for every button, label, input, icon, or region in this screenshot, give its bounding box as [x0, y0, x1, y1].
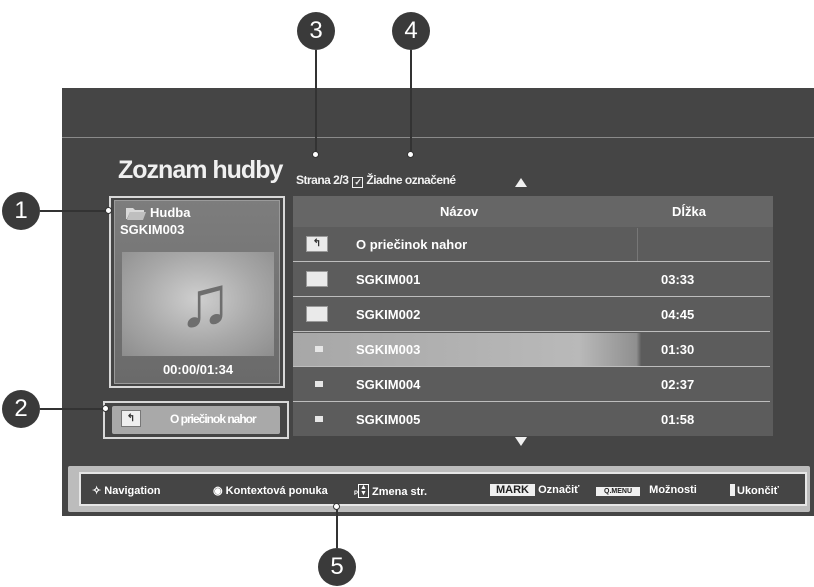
- qmenu-key: Q.MENU: [596, 487, 640, 496]
- row-length: 03:33: [661, 272, 695, 287]
- callout-2: 2: [2, 390, 40, 428]
- checkbox-icon: ✓: [352, 177, 364, 188]
- callout-3-dot: [312, 151, 319, 158]
- playback-time: 00:00/01:34: [162, 362, 234, 377]
- context-menu-label: Kontextová ponuka: [225, 485, 328, 497]
- callout-5-dot: [333, 503, 340, 510]
- callout-2-dot: [102, 405, 109, 412]
- callout-1-line: [40, 210, 108, 212]
- table-row[interactable]: SGKIM005 01:58: [293, 403, 770, 437]
- options-label: Možnosti: [649, 484, 697, 496]
- row-length: 01:58: [661, 412, 695, 427]
- row-name: SGKIM004: [356, 377, 421, 392]
- exit-key-icon: [730, 484, 735, 496]
- up-folder-button-label: O priečinok nahor: [170, 412, 257, 426]
- page-title: Zoznam hudby: [118, 156, 283, 184]
- scroll-down-icon[interactable]: [515, 437, 527, 446]
- folder-up-icon: ↰: [121, 410, 141, 427]
- music-file-icon: [315, 381, 323, 387]
- help-page-change: P▲ ▼ Zmena str.: [354, 484, 427, 498]
- row-name: SGKIM005: [356, 412, 421, 427]
- marked-status: Žiadne označené: [366, 173, 456, 187]
- row-name: O priečinok nahor: [356, 237, 468, 252]
- column-header-length[interactable]: Dĺžka: [672, 204, 706, 219]
- callout-5-line: [336, 506, 338, 548]
- callout-4: 4: [392, 12, 430, 50]
- callout-4-dot: [407, 151, 414, 158]
- callout-1-dot: [105, 207, 112, 214]
- table-row[interactable]: SGKIM001 03:33: [293, 263, 770, 297]
- page-updown-icon: ▲ ▼: [358, 484, 369, 498]
- help-mark: MARK Označiť: [490, 484, 579, 496]
- table-row[interactable]: SGKIM002 04:45: [293, 298, 770, 332]
- divider: [62, 137, 814, 138]
- row-name: SGKIM002: [356, 307, 421, 322]
- length-cell-empty: [637, 228, 771, 261]
- row-name: SGKIM003: [356, 342, 421, 357]
- ok-button-icon: ◉: [213, 485, 223, 497]
- callout-3-line: [315, 50, 317, 154]
- dpad-icon: ✧: [92, 485, 102, 497]
- music-file-icon: [315, 346, 323, 352]
- music-note-icon: ♫: [178, 262, 232, 342]
- mark-key: MARK: [490, 484, 535, 496]
- table-row-selected[interactable]: SGKIM003 01:30: [293, 333, 770, 367]
- exit-label: Ukončiť: [737, 485, 779, 497]
- callout-3: 3: [297, 12, 335, 50]
- folder-up-icon: ↰: [306, 236, 328, 252]
- page-info: Strana 2/3: [296, 173, 349, 187]
- row-length: 04:45: [661, 307, 695, 322]
- scroll-up-icon[interactable]: [515, 178, 527, 187]
- help-options: Q.MENU Možnosti: [596, 484, 697, 496]
- open-folder-icon: [126, 208, 146, 220]
- page-change-label: Zmena str.: [372, 486, 428, 498]
- navigation-label: Navigation: [104, 485, 161, 497]
- help-exit: Ukončiť: [730, 484, 779, 497]
- current-item-name: SGKIM003: [120, 222, 185, 237]
- help-navigation: ✧ Navigation: [92, 484, 161, 497]
- row-name: SGKIM001: [356, 272, 421, 287]
- row-length: 02:37: [661, 377, 695, 392]
- row-length: 01:30: [661, 342, 695, 357]
- table-row[interactable]: SGKIM004 02:37: [293, 368, 770, 402]
- folder-label: Hudba: [150, 205, 191, 220]
- callout-5: 5: [318, 548, 356, 586]
- callout-2-line: [40, 408, 105, 410]
- callout-4-line: [410, 50, 412, 154]
- folder-icon: [306, 306, 328, 322]
- callout-1: 1: [2, 192, 40, 230]
- folder-icon: [306, 271, 328, 287]
- help-context-menu: ◉ Kontextová ponuka: [213, 484, 328, 497]
- mark-label: Označiť: [538, 484, 580, 496]
- page-indicator: Strana 2/3 ✓ Žiadne označené: [296, 173, 456, 188]
- help-bar: [79, 472, 807, 506]
- music-file-icon: [315, 416, 323, 422]
- column-header-name[interactable]: Názov: [440, 204, 478, 219]
